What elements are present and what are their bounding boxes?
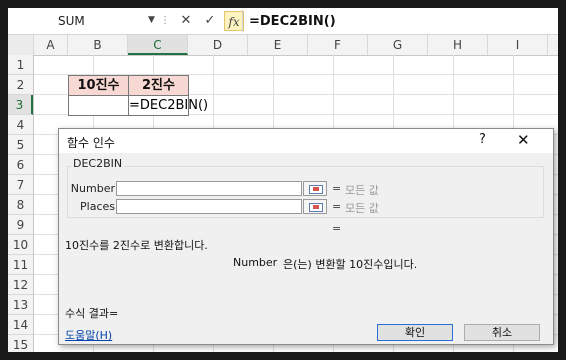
cancel-entry-icon[interactable]: ✕ bbox=[176, 11, 196, 31]
places-arg-input[interactable] bbox=[116, 199, 302, 214]
help-question-icon[interactable]: ? bbox=[479, 132, 486, 147]
column-header-f[interactable]: F bbox=[308, 35, 368, 55]
row-header-12[interactable]: 12 bbox=[8, 275, 33, 295]
row-header-6[interactable]: 6 bbox=[8, 155, 33, 175]
places-arg-result: 모든 값 bbox=[345, 202, 379, 215]
argument-description-name: Number bbox=[233, 256, 278, 269]
formula-text: =DEC2BIN() bbox=[249, 14, 336, 29]
places-arg-label: Places bbox=[80, 200, 115, 213]
row-header-1[interactable]: 1 bbox=[8, 55, 33, 75]
row-header-10[interactable]: 10 bbox=[8, 235, 33, 255]
formula-bar-grip-icon: ⋮ bbox=[160, 15, 170, 26]
number-arg-input[interactable] bbox=[116, 181, 302, 196]
number-arg-result: 모든 값 bbox=[345, 184, 379, 197]
select-all-corner[interactable] bbox=[8, 35, 34, 55]
insert-function-icon[interactable]: fx bbox=[224, 11, 244, 31]
number-equals: = bbox=[332, 182, 342, 195]
function-description: 10진수를 2진수로 변환합니다. bbox=[65, 239, 208, 252]
places-range-picker-icon[interactable] bbox=[303, 199, 327, 214]
row-header-8[interactable]: 8 bbox=[8, 195, 33, 215]
row-header-4[interactable]: 4 bbox=[8, 115, 33, 135]
argument-description-text: 은(는) 변환할 10진수입니다. bbox=[283, 258, 418, 271]
row-header-5[interactable]: 5 bbox=[8, 135, 33, 155]
cell-c2[interactable]: 2진수 bbox=[128, 75, 189, 96]
row-header-13[interactable]: 13 bbox=[8, 295, 33, 315]
column-header-b[interactable]: B bbox=[68, 35, 128, 55]
chevron-down-icon[interactable]: ▼ bbox=[148, 15, 155, 25]
column-header-g[interactable]: G bbox=[368, 35, 428, 55]
column-header-d[interactable]: D bbox=[188, 35, 248, 55]
column-header-c[interactable]: C bbox=[128, 35, 188, 55]
column-header-h[interactable]: H bbox=[428, 35, 488, 55]
number-arg-label: Number bbox=[70, 182, 115, 195]
column-header-a[interactable]: A bbox=[34, 35, 68, 55]
cell-b2[interactable]: 10진수 bbox=[68, 75, 129, 96]
row-headers: 1 2 3 4 5 6 7 8 9 10 11 12 13 14 15 bbox=[8, 55, 34, 352]
function-arguments-dialog: 함수 인수 ? ✕ DEC2BIN Number = 모든 값 Places =… bbox=[58, 128, 554, 345]
formula-input[interactable]: =DEC2BIN() bbox=[242, 10, 558, 32]
ok-button[interactable]: 확인 bbox=[377, 324, 453, 341]
excel-window: SUM ▼ ⋮ ✕ ✓ fx =DEC2BIN() A B C D E F G … bbox=[8, 8, 558, 352]
row-header-7[interactable]: 7 bbox=[8, 175, 33, 195]
row-header-14[interactable]: 14 bbox=[8, 315, 33, 335]
formula-bar: SUM ▼ ⋮ ✕ ✓ fx =DEC2BIN() bbox=[8, 8, 558, 35]
row-header-11[interactable]: 11 bbox=[8, 255, 33, 275]
confirm-entry-icon[interactable]: ✓ bbox=[200, 11, 220, 31]
column-header-i[interactable]: I bbox=[488, 35, 548, 55]
places-equals: = bbox=[332, 200, 342, 213]
cell-c3-active[interactable]: =DEC2BIN() bbox=[128, 95, 208, 116]
function-name-label: DEC2BIN bbox=[71, 157, 125, 170]
cell-b3[interactable] bbox=[68, 95, 129, 116]
number-range-picker-icon[interactable] bbox=[303, 181, 327, 196]
column-headers: A B C D E F G H I bbox=[8, 35, 558, 56]
function-result-equals: = bbox=[332, 222, 342, 235]
help-link[interactable]: 도움말(H) bbox=[65, 327, 112, 343]
row-header-9[interactable]: 9 bbox=[8, 215, 33, 235]
cancel-button[interactable]: 취소 bbox=[464, 324, 540, 341]
dialog-titlebar[interactable]: 함수 인수 ? ✕ bbox=[59, 129, 553, 153]
formula-result: 수식 결과= bbox=[65, 307, 119, 320]
name-box-value: SUM bbox=[58, 14, 85, 28]
dialog-title: 함수 인수 bbox=[67, 136, 115, 150]
row-header-3[interactable]: 3 bbox=[8, 95, 33, 115]
name-box[interactable]: SUM ▼ bbox=[10, 11, 160, 31]
close-icon[interactable]: ✕ bbox=[517, 131, 530, 149]
column-header-e[interactable]: E bbox=[248, 35, 308, 55]
row-header-15[interactable]: 15 bbox=[8, 335, 33, 352]
row-header-2[interactable]: 2 bbox=[8, 75, 33, 95]
